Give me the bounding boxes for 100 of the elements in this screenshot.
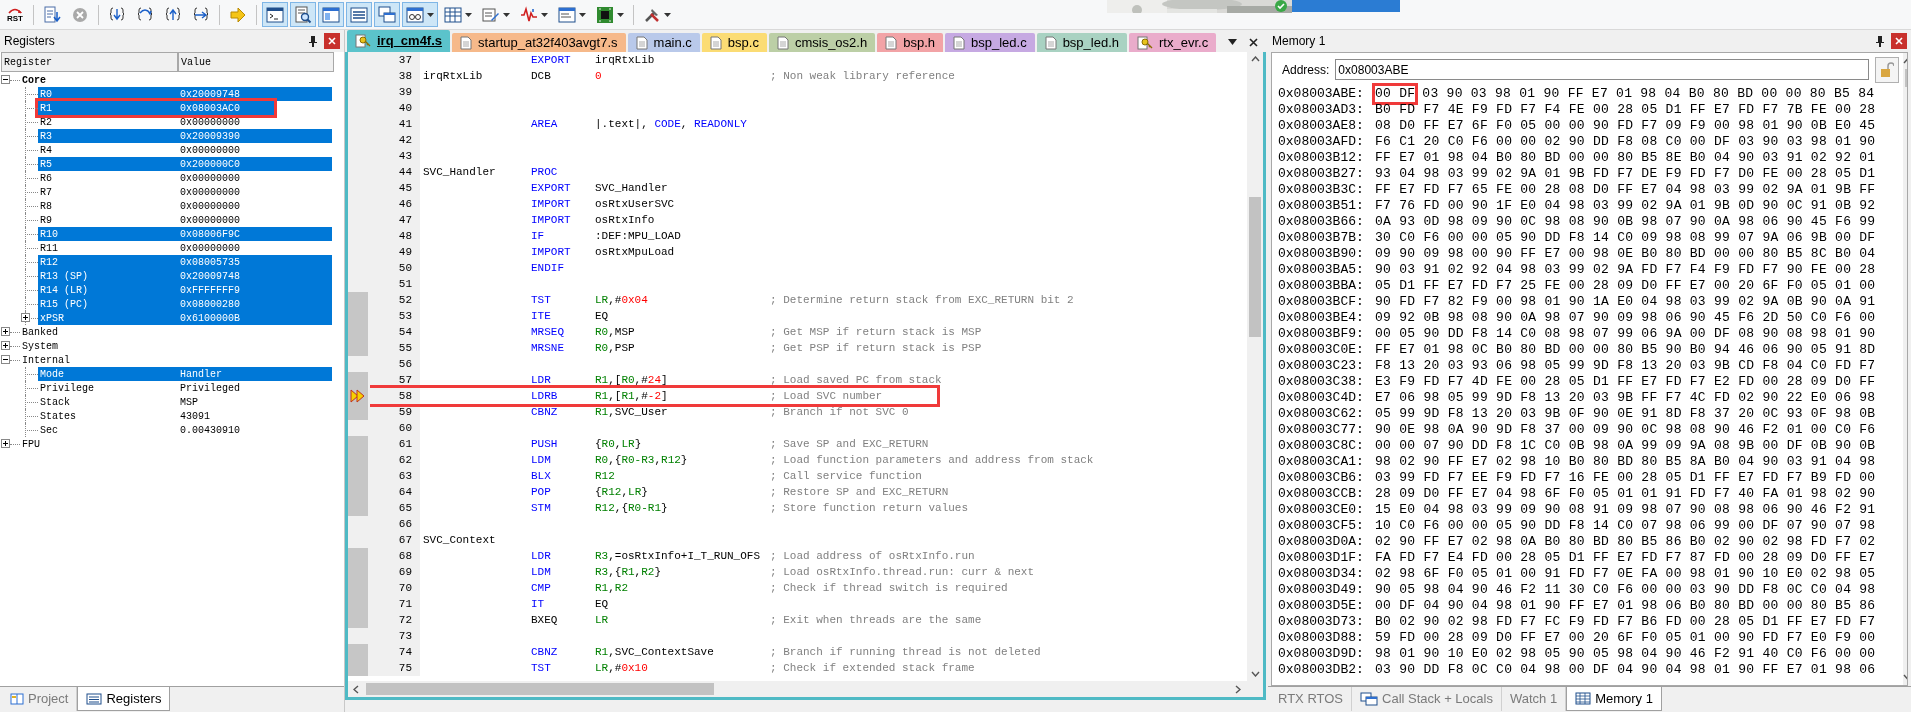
panel-tab[interactable]: RTX RTOS	[1270, 687, 1353, 711]
toolbar-button[interactable]	[290, 2, 316, 27]
address-field[interactable]: 0x08003ABE	[1335, 59, 1870, 80]
code-instruction: STM	[531, 501, 552, 516]
tree-group-label[interactable]: FPU	[20, 436, 40, 452]
memory-bytes: 28 09 D0 FF E7 04 98 6F F0 05 01 01 91 FD F7 40 FA 01 98 02 90	[1375, 486, 1876, 502]
register-row[interactable]: Mode Handler	[38, 367, 332, 381]
code-operands: :DEF:MPU_LOAD	[595, 229, 682, 244]
code-comment: ; Non weak library reference	[770, 69, 955, 84]
line-number: 46	[370, 196, 420, 212]
line-number: 52	[370, 292, 420, 308]
register-row[interactable]: R6 0x00000000	[38, 171, 332, 185]
close-icon	[1895, 37, 1903, 45]
memory-address: 0x08003D5E:	[1278, 598, 1365, 614]
register-row[interactable]: R4 0x00000000	[38, 143, 332, 157]
tree-group-label[interactable]: Banked	[20, 324, 58, 340]
line-number: 75	[370, 660, 420, 676]
toolbar-button[interactable]	[402, 2, 438, 27]
file-tab[interactable]: bsp.h	[877, 33, 943, 52]
register-row[interactable]: Sec 0.00430910	[38, 423, 332, 437]
register-row[interactable]: R5 0x200000C0	[38, 157, 332, 171]
register-row[interactable]: xPSR 0x6100000B	[38, 311, 332, 325]
register-row[interactable]: R3 0x20009390	[38, 129, 332, 143]
close-button[interactable]	[1891, 33, 1907, 49]
register-name: R0	[39, 87, 53, 102]
register-row[interactable]: R14 (LR) 0xFFFFFFF9	[38, 283, 332, 297]
tree-group-label[interactable]: System	[20, 338, 58, 354]
collapse-icon[interactable]	[1, 75, 10, 84]
code-instruction: MRSNE	[531, 341, 565, 356]
line-number: 64	[370, 484, 420, 500]
register-row[interactable]: R15 (PC) 0x08000280	[38, 297, 332, 311]
close-button[interactable]	[324, 33, 340, 49]
code-instruction: DCB	[531, 69, 552, 84]
code-operands: R0,MSP	[595, 325, 636, 340]
register-row[interactable]: Privilege Privileged	[38, 381, 332, 395]
expand-icon[interactable]	[1, 439, 10, 448]
line-number: 38	[370, 68, 420, 84]
line-number: 62	[370, 452, 420, 468]
panel-tab[interactable]: Call Stack + Locals	[1352, 687, 1502, 711]
grid-icon	[444, 5, 462, 24]
line-number: 45	[370, 180, 420, 196]
code-comment: ; Call service function	[770, 469, 922, 484]
expand-icon[interactable]	[1, 327, 10, 336]
scrollbar-thumb[interactable]	[366, 683, 714, 695]
panel-tab[interactable]: Memory 1	[1566, 687, 1662, 711]
caret-icon	[579, 12, 586, 17]
line-number: 63	[370, 468, 420, 484]
register-name: R4	[39, 143, 53, 158]
tree-group-label[interactable]: Core	[20, 72, 46, 88]
register-row[interactable]: R9 0x00000000	[38, 213, 332, 227]
file-tab[interactable]: bsp_led.c	[945, 33, 1035, 52]
tree-group-label[interactable]: Internal	[20, 352, 70, 368]
file-tab[interactable]: startup_at32f403avgt7.s	[452, 33, 626, 52]
key-icon	[355, 34, 371, 48]
register-row[interactable]: R7 0x00000000	[38, 185, 332, 199]
expand-icon[interactable]	[21, 313, 30, 322]
register-row[interactable]: R10 0x08006F9C	[38, 227, 332, 241]
register-row[interactable]: R8 0x00000000	[38, 199, 332, 213]
line-number: 50	[370, 260, 420, 276]
panel-tab[interactable]: Registers	[77, 687, 171, 711]
line-number: 72	[370, 612, 420, 628]
code-comment: ; Branch if running thread is not deleted	[770, 645, 1041, 660]
register-row[interactable]: R12 0x08005735	[38, 255, 332, 269]
file-tab[interactable]: rtx_evr.c	[1129, 33, 1217, 52]
collapse-icon[interactable]	[1, 355, 10, 364]
code-operands: R12,{R0-R1}	[595, 501, 669, 516]
register-row[interactable]: R2 0x00000000	[38, 115, 332, 129]
line-number: 74	[370, 644, 420, 660]
scrollbar-thumb[interactable]	[1249, 197, 1261, 337]
file-tab[interactable]: cmsis_os2.h	[768, 33, 876, 52]
file-tab[interactable]: main.c	[627, 33, 700, 52]
code-comment: ; Load function parameters and address from stack	[770, 453, 1094, 468]
memory-bytes: 03 99 FD F7 EE F9 FD F7 16 FE 00 28 05 D1 FF E7 FD F7 B9 FD 00	[1375, 470, 1876, 486]
code-operands: LR,#0x10	[595, 661, 649, 676]
reset-arrow-icon	[6, 6, 24, 14]
toolbar-button[interactable]: RST	[2, 2, 28, 27]
memory-address: 0x08003ABE:	[1278, 86, 1365, 102]
register-row[interactable]: R1 0x08003AC0	[38, 101, 274, 115]
register-name: R12	[39, 255, 59, 270]
memory-address: 0x08003CE0:	[1278, 502, 1365, 518]
memory-bytes: 02 90 FF E7 02 98 0A B0 80 BD 80 B5 86 B0 02 90 02 98 FD F7 02	[1375, 534, 1876, 550]
toolbar-button[interactable]	[262, 2, 288, 27]
dropdown-icon	[1228, 39, 1237, 45]
register-row[interactable]: R11 0x00000000	[38, 241, 332, 255]
memory-address: 0x08003C38:	[1278, 374, 1365, 390]
code-comment: ; Save SP and EXC_RETURN	[770, 437, 929, 452]
register-row[interactable]: States 43091	[38, 409, 332, 423]
register-name: R9	[39, 213, 53, 228]
list-icon	[350, 5, 368, 24]
stop-icon	[71, 5, 89, 24]
expand-icon[interactable]	[1, 341, 10, 350]
file-tab[interactable]: bsp_led.h	[1036, 33, 1128, 52]
document-icon	[635, 35, 648, 50]
document-icon	[885, 35, 898, 50]
register-row[interactable]: R13 (SP) 0x20009748	[38, 269, 332, 283]
register-row[interactable]: Stack MSP	[38, 395, 332, 409]
file-tab[interactable]: bsp.c	[701, 33, 767, 52]
memory-bytes: F8 13 20 03 93 06 98 05 99 9D F8 13 20 03 9B CD F8 04 C0 FD F7	[1375, 358, 1876, 374]
memory-address: 0x08003B12:	[1278, 150, 1365, 166]
file-tab[interactable]: irq_cm4f.s	[347, 30, 451, 52]
